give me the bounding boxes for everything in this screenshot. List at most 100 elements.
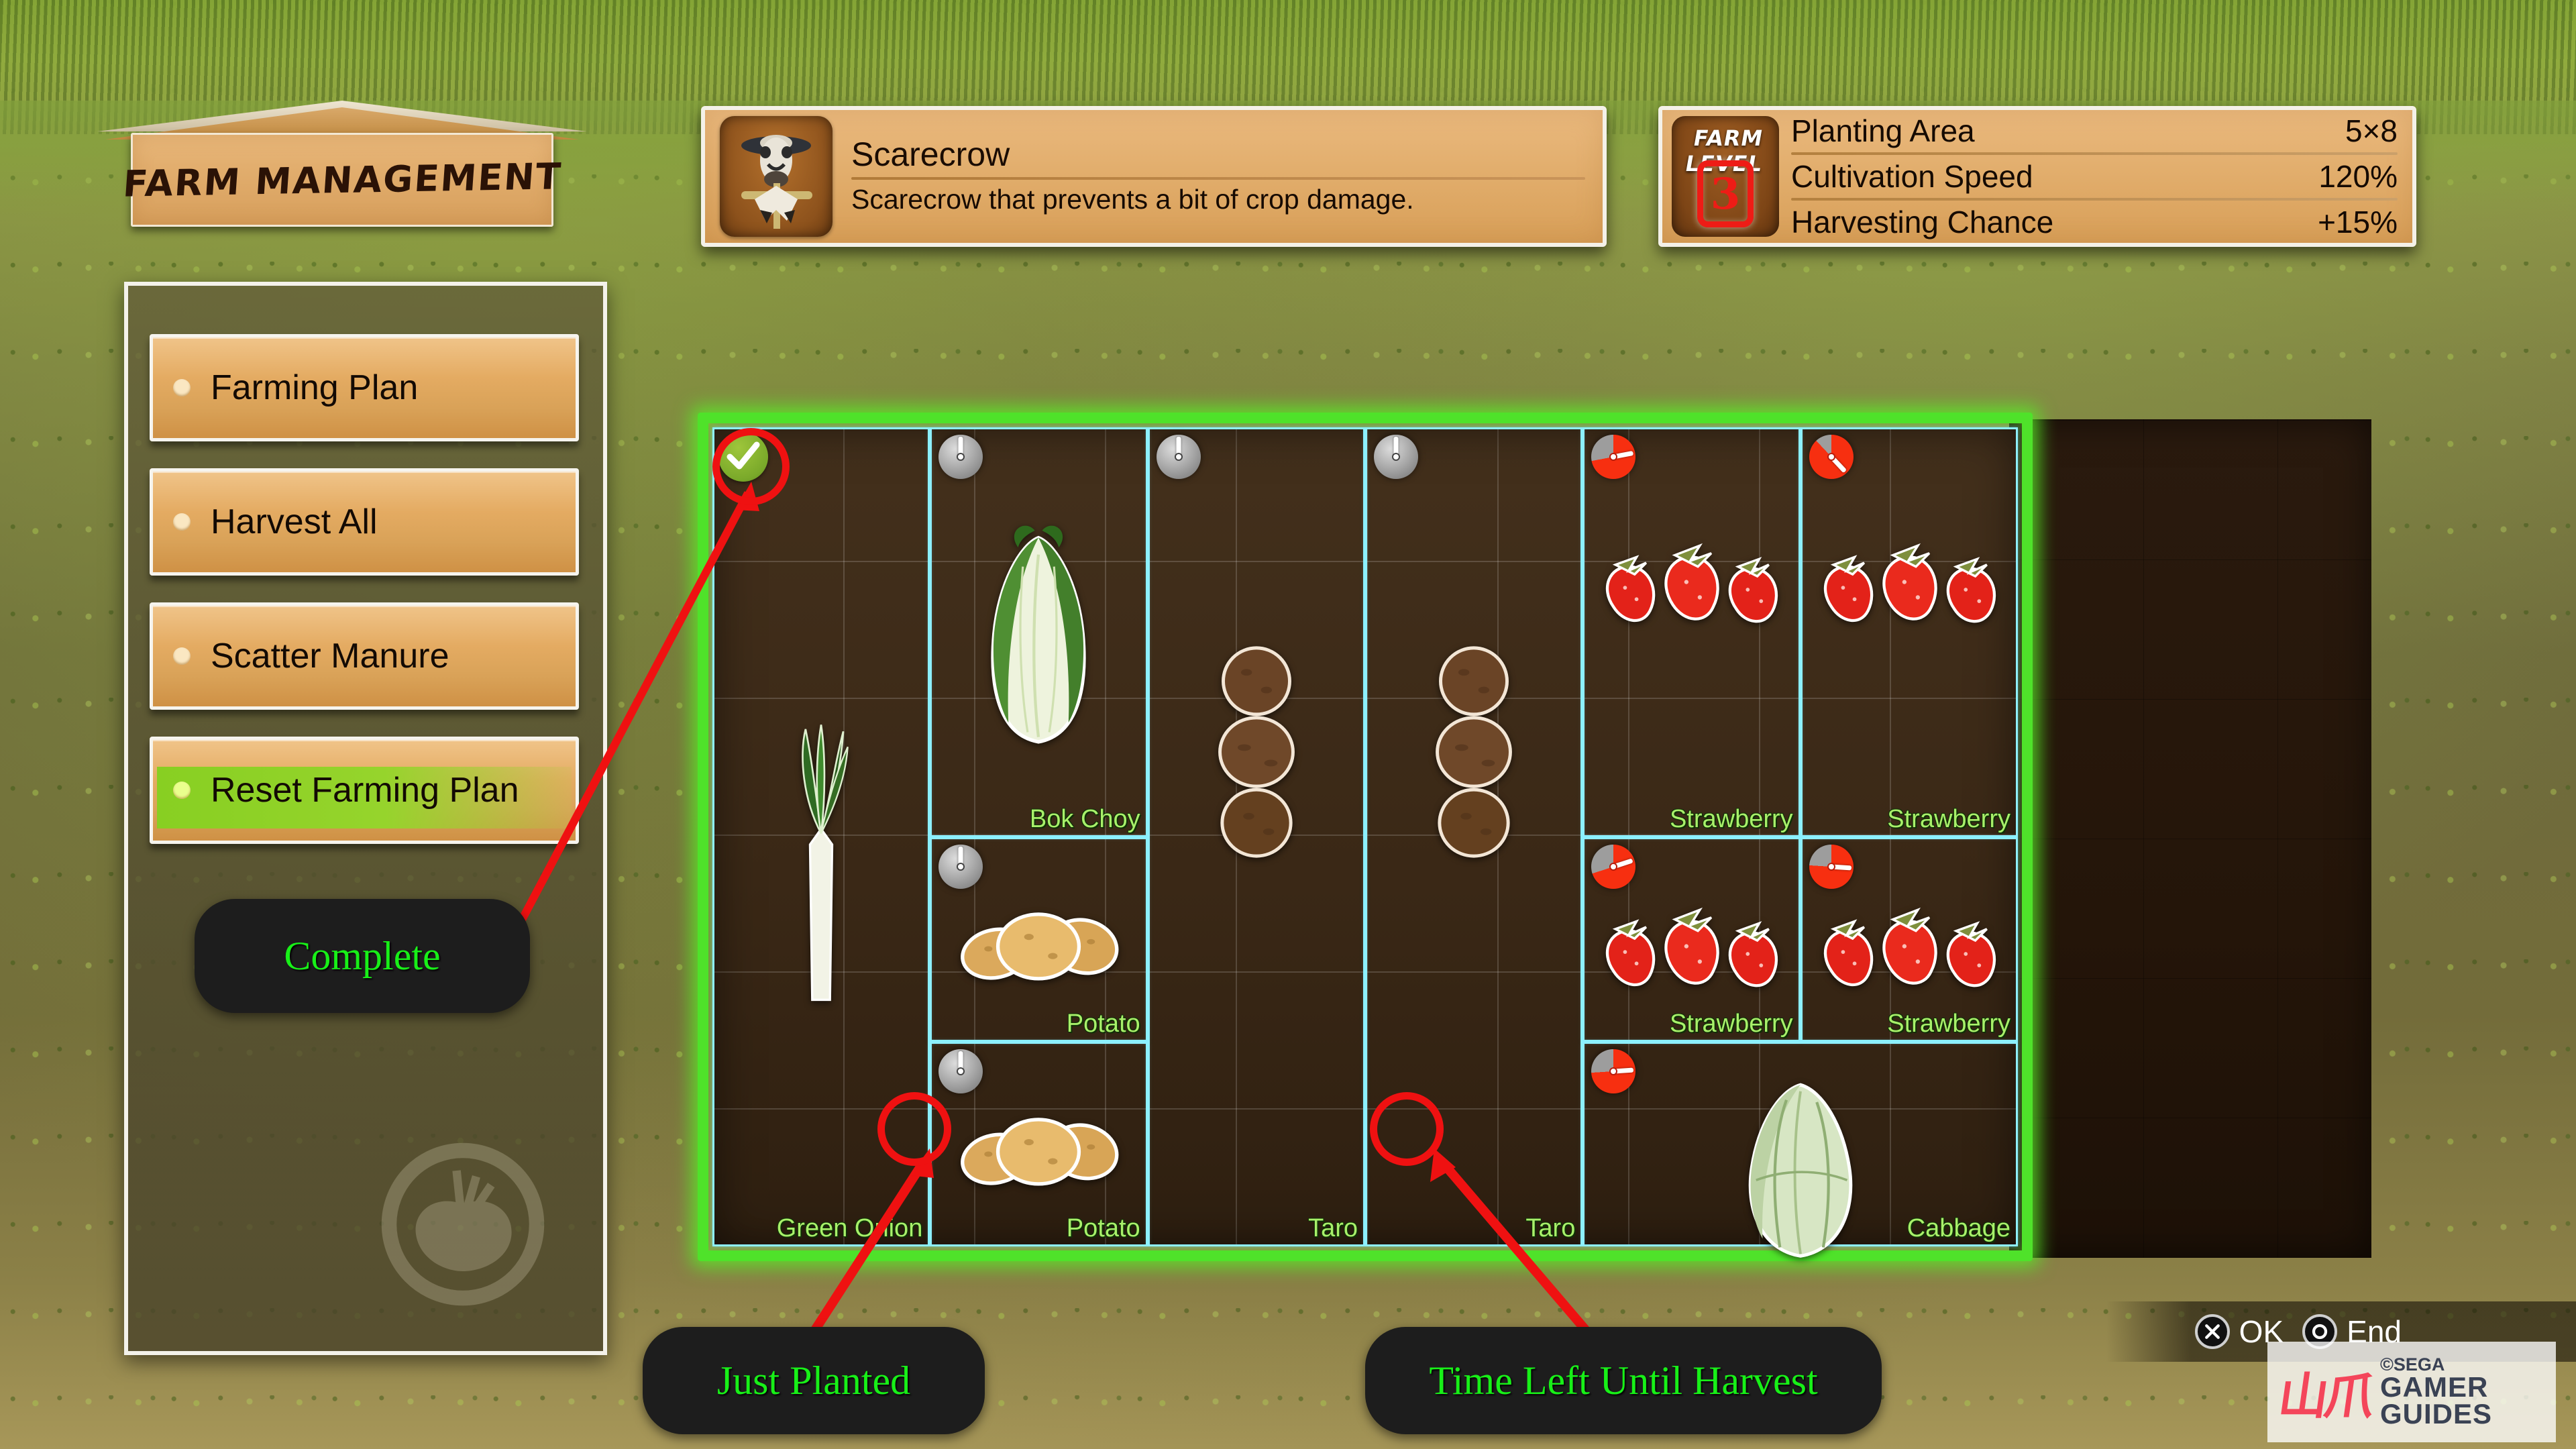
crop-strawberry-icon xyxy=(1591,883,1792,1002)
stat-label: Planting Area xyxy=(1791,113,1975,148)
divider xyxy=(851,176,1585,180)
growth-timer-icon xyxy=(1809,435,1854,479)
timer-hub xyxy=(957,1067,965,1075)
growth-timer-icon xyxy=(1809,844,1854,889)
stat-label: Cultivation Speed xyxy=(1791,159,2033,194)
annotation-label: Time Left Until Harvest xyxy=(1429,1358,1818,1403)
timer-hub xyxy=(1392,453,1400,461)
annotation-label: Complete xyxy=(284,933,441,978)
menu-item-harvest-all[interactable]: Harvest All xyxy=(150,468,579,576)
bullet-icon xyxy=(173,647,191,665)
bullet-icon xyxy=(173,782,191,799)
menu-item-farming-plan[interactable]: Farming Plan xyxy=(150,334,579,441)
plot-crop-label: Taro xyxy=(1308,1214,1358,1242)
timer-hub xyxy=(1827,862,1835,871)
stat-value: 120% xyxy=(2318,159,2398,194)
plot-crop-label: Green Onion xyxy=(776,1214,923,1242)
timer-hub xyxy=(1609,1067,1618,1075)
divider xyxy=(1791,198,2398,201)
farm-plot[interactable]: Strawberry xyxy=(1800,427,2018,837)
bullet-icon xyxy=(173,379,191,396)
stat-row: Harvesting Chance +15% xyxy=(1791,203,2398,241)
plot-crop-label: Bok Choy xyxy=(1029,804,1140,833)
plot-crop-label: Taro xyxy=(1525,1214,1576,1242)
annotation-complete: Complete xyxy=(195,899,530,1013)
menu-item-scatter-manure[interactable]: Scatter Manure xyxy=(150,602,579,710)
crop-cabbage-icon xyxy=(1730,1076,1871,1264)
turnip-icon xyxy=(381,1142,545,1306)
item-details: Scarecrow Scarecrow that prevents a bit … xyxy=(851,135,1603,216)
growth-timer-icon xyxy=(938,1049,983,1093)
menu-item-label: Farming Plan xyxy=(211,368,419,407)
scarecrow-icon xyxy=(720,116,833,237)
timer-hub xyxy=(957,453,965,461)
farm-plot[interactable]: Bok Choy xyxy=(930,427,1148,837)
highlight-ring-planted xyxy=(877,1092,951,1166)
menu-item-label: Harvest All xyxy=(211,502,378,541)
watermark-line1: GAMER xyxy=(2380,1371,2489,1403)
growth-timer-icon xyxy=(1591,844,1636,889)
menu-item-reset-farming-plan[interactable]: Reset Farming Plan xyxy=(150,737,579,844)
growth-timer-icon xyxy=(1374,435,1418,479)
crop-strawberry-icon xyxy=(1591,519,1792,637)
stat-value: 5×8 xyxy=(2345,113,2398,148)
menu-item-label: Scatter Manure xyxy=(211,637,449,676)
highlight-ring-complete xyxy=(712,428,790,505)
timer-hub xyxy=(1609,453,1618,461)
page-title: FARM MANAGEMENT xyxy=(121,154,564,205)
annotation-time-left: Time Left Until Harvest xyxy=(1365,1327,1882,1434)
crop-green-onion-icon xyxy=(781,722,861,1014)
plot-crop-label: Strawberry xyxy=(1669,1009,1793,1038)
bullet-icon xyxy=(173,513,191,531)
crop-bok-choy-icon xyxy=(971,519,1106,750)
menu-item-label: Reset Farming Plan xyxy=(211,771,519,810)
timer-hub xyxy=(1827,453,1835,461)
growth-timer-icon xyxy=(938,844,983,889)
plot-crop-label: Strawberry xyxy=(1669,804,1793,833)
farm-field[interactable]: Green Onion Bok Choy Potato Potato Taro xyxy=(698,399,2388,1271)
sign-board: FARM MANAGEMENT xyxy=(121,133,563,227)
highlight-ring-harvest xyxy=(1370,1092,1444,1166)
item-info-card: Scarecrow Scarecrow that prevents a bit … xyxy=(701,106,1607,247)
growth-timer-icon xyxy=(1156,435,1201,479)
growth-timer-icon xyxy=(938,435,983,479)
stat-label: Harvesting Chance xyxy=(1791,205,2054,239)
gamer-guides-watermark: 山爪 ©SEGA GAMER GUIDES xyxy=(2267,1342,2556,1442)
plot-crop-label: Strawberry xyxy=(1887,1009,2010,1038)
farm-plot[interactable]: Potato xyxy=(930,837,1148,1042)
item-name: Scarecrow xyxy=(851,135,1010,173)
timer-hub xyxy=(1174,453,1183,461)
growth-timer-icon xyxy=(1591,1049,1636,1093)
plot-crop-label: Potato xyxy=(1066,1214,1140,1242)
gamer-guides-logo: 山爪 xyxy=(2275,1367,2375,1426)
plot-crop-label: Potato xyxy=(1066,1009,1140,1038)
farm-plot[interactable]: Potato xyxy=(930,1041,1148,1246)
farm-plot[interactable]: Strawberry xyxy=(1800,837,2018,1042)
stat-row: Planting Area 5×8 xyxy=(1791,111,2398,150)
farm-plot[interactable]: Taro xyxy=(1147,427,1365,1246)
stat-row: Cultivation Speed 120% xyxy=(1791,157,2398,196)
farm-plot[interactable]: Strawberry xyxy=(1582,837,1801,1042)
crop-potato-icon xyxy=(955,887,1122,998)
crop-potato-icon xyxy=(955,1092,1122,1203)
item-description: Scarecrow that prevents a bit of crop da… xyxy=(851,183,1414,215)
watermark-line2: GUIDES xyxy=(2380,1397,2493,1430)
crop-strawberry-icon xyxy=(1809,519,2010,637)
plot-crop-label: Strawberry xyxy=(1887,804,2010,833)
timer-hub xyxy=(957,862,965,871)
farm-level-value: 3 xyxy=(1697,160,1754,227)
farm-plot[interactable]: Strawberry xyxy=(1582,427,1801,837)
crop-strawberry-icon xyxy=(1809,883,2010,1002)
farm-level-badge: FARM LEVEL 3 xyxy=(1672,116,1779,237)
annotation-label: Just Planted xyxy=(716,1358,911,1403)
stat-value: +15% xyxy=(2318,205,2398,239)
farm-plot[interactable]: Cabbage xyxy=(1582,1041,2018,1258)
annotation-just-planted: Just Planted xyxy=(643,1327,985,1434)
farm-level-card: FARM LEVEL 3 Planting Area 5×8 Cultivati… xyxy=(1658,106,2416,247)
divider xyxy=(1791,152,2398,155)
farm-level-stats: Planting Area 5×8 Cultivation Speed 120%… xyxy=(1791,111,2412,241)
cross-icon xyxy=(2194,1314,2230,1349)
timer-hub xyxy=(1609,862,1618,871)
plot-crop-label: Cabbage xyxy=(1907,1214,2010,1242)
unlit-soil-area xyxy=(2009,419,2371,1258)
